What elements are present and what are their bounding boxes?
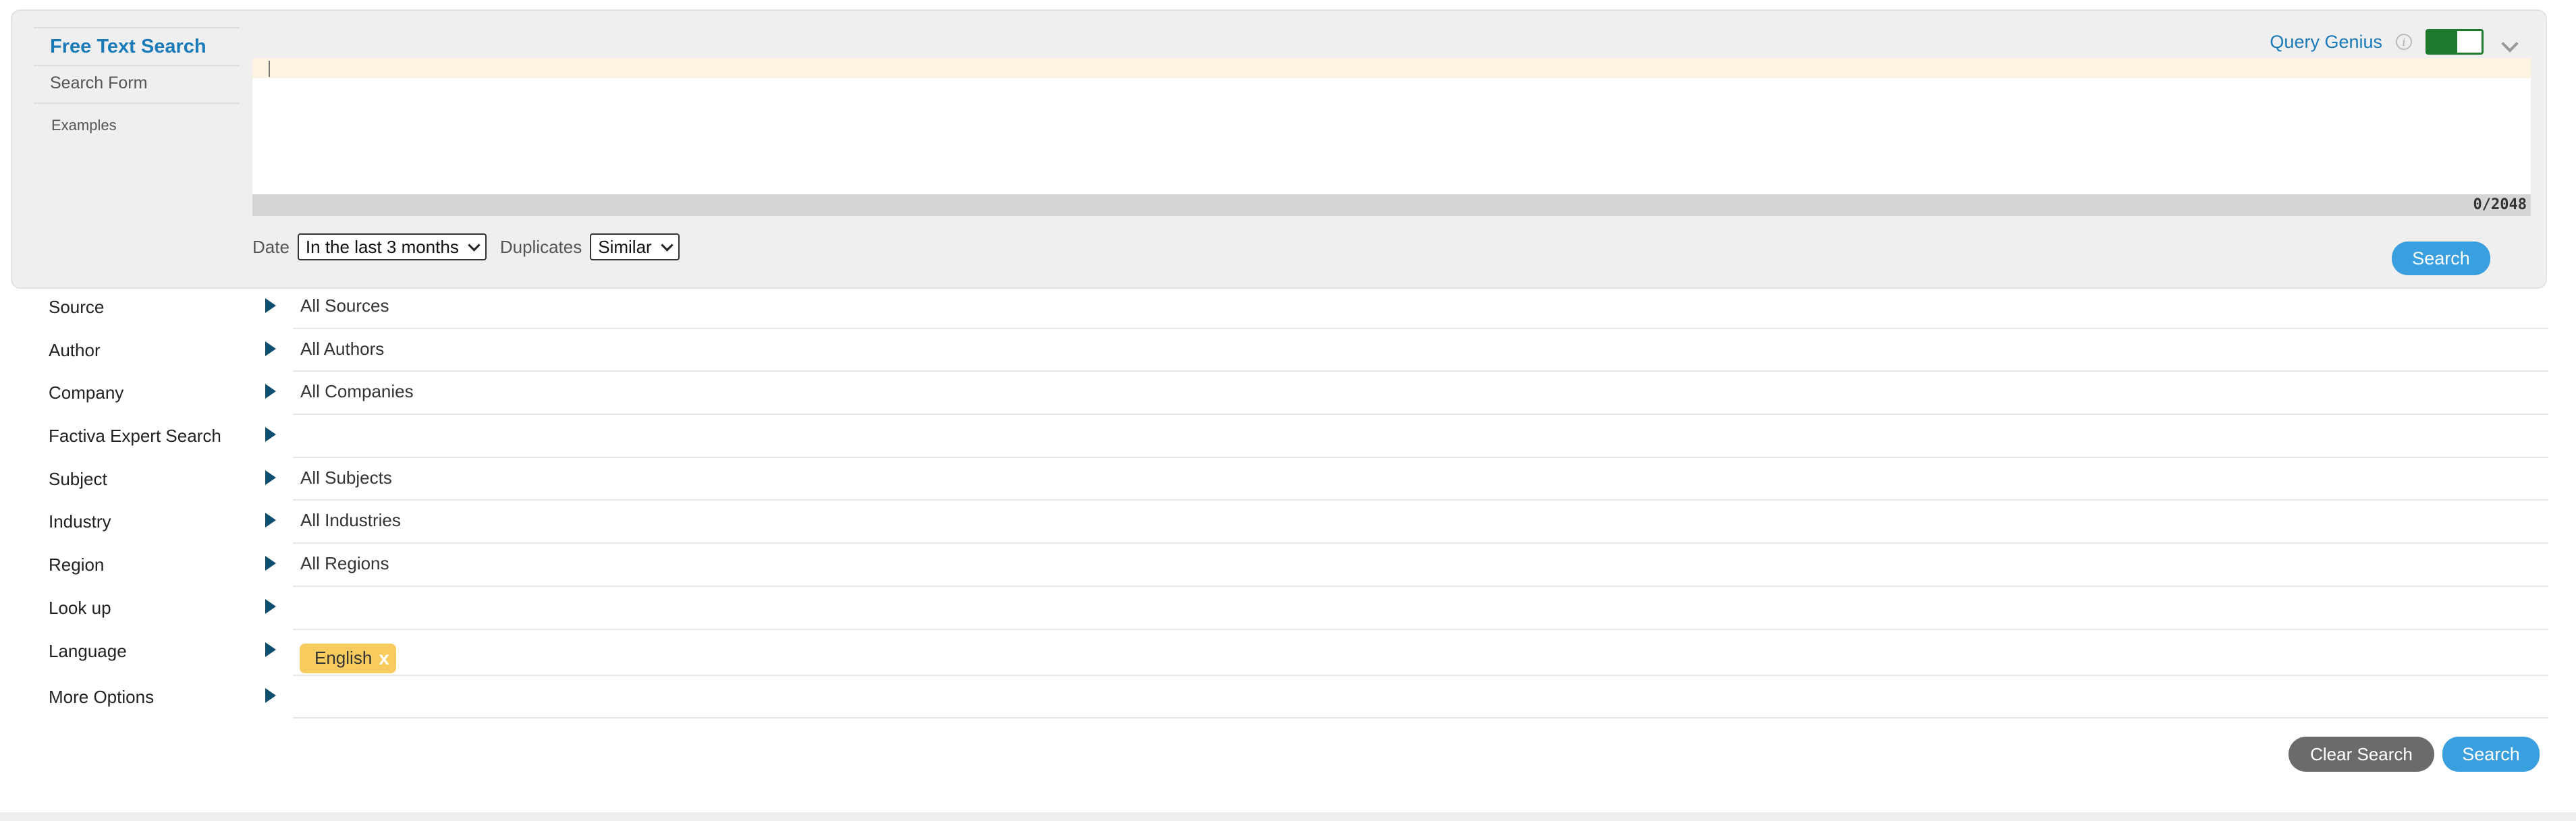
criteria-value: All Subjects	[300, 467, 392, 488]
criteria-value: All Sources	[300, 295, 389, 316]
date-label: Date	[252, 236, 290, 257]
chevron-down-icon	[660, 238, 674, 252]
criteria-row-region[interactable]: Region All Regions	[0, 544, 2548, 587]
criteria-label: Factiva Expert Search	[49, 426, 221, 447]
row-divider	[293, 717, 2548, 719]
character-counter: 0/2048	[252, 194, 2531, 216]
criteria-row-company[interactable]: Company All Companies	[0, 372, 2548, 416]
nav-examples[interactable]: Examples	[34, 103, 240, 148]
expand-arrow-icon[interactable]	[265, 513, 276, 528]
query-genius-label[interactable]: Query Genius	[2270, 32, 2382, 53]
language-tag-label: English	[314, 648, 373, 668]
date-select[interactable]: In the last 3 months	[297, 233, 487, 260]
active-line-highlight	[252, 58, 2531, 78]
query-genius: Query Genius i	[2270, 28, 2484, 55]
criteria-label: Industry	[49, 511, 111, 532]
clear-search-button[interactable]: Clear Search	[2289, 737, 2434, 772]
search-button[interactable]: Search	[2392, 242, 2490, 275]
expand-arrow-icon[interactable]	[265, 470, 276, 485]
criteria-label: Region	[49, 555, 105, 575]
expand-arrow-icon[interactable]	[265, 598, 276, 614]
criteria-row-author[interactable]: Author All Authors	[0, 329, 2548, 372]
criteria-value: All Authors	[300, 338, 385, 359]
expand-arrow-icon[interactable]	[265, 687, 276, 703]
bottom-actions: Clear Search Search	[2289, 737, 2540, 772]
close-icon[interactable]: x	[379, 648, 389, 669]
free-text-editor[interactable]	[252, 58, 2531, 202]
expand-arrow-icon[interactable]	[265, 642, 276, 657]
text-caret	[269, 61, 270, 77]
criteria-row-more-options[interactable]: More Options	[0, 676, 2548, 719]
criteria-value: All Companies	[300, 381, 414, 402]
toggle-knob	[2457, 31, 2482, 53]
nav-free-text-search[interactable]: Free Text Search	[34, 27, 240, 65]
expand-arrow-icon[interactable]	[265, 384, 276, 399]
criteria-row-factiva-expert-search[interactable]: Factiva Expert Search	[0, 415, 2548, 458]
criteria-label: More Options	[49, 686, 155, 707]
criteria-row-subject[interactable]: Subject All Subjects	[0, 458, 2548, 501]
criteria-label: Look up	[49, 597, 111, 618]
criteria-label: Company	[49, 383, 124, 403]
criteria-value: All Industries	[300, 510, 401, 531]
search-criteria-list: Source All Sources Author All Authors Co…	[0, 286, 2548, 719]
search-mode-nav: Free Text Search Search Form Examples	[34, 27, 240, 148]
expand-arrow-icon[interactable]	[265, 298, 276, 313]
language-tag: English x	[300, 643, 396, 673]
criteria-row-look-up[interactable]: Look up	[0, 587, 2548, 630]
expand-arrow-icon[interactable]	[265, 341, 276, 356]
criteria-label: Language	[49, 640, 127, 661]
search-filters: Date In the last 3 months Duplicates Sim…	[252, 233, 680, 260]
criteria-label: Author	[49, 339, 101, 360]
duplicates-select-value: Similar	[598, 236, 652, 257]
criteria-row-source[interactable]: Source All Sources	[0, 286, 2548, 329]
search-panel: Free Text Search Search Form Examples Qu…	[11, 9, 2547, 289]
query-genius-toggle[interactable]	[2426, 29, 2484, 55]
footer-bar	[0, 812, 2576, 821]
info-icon[interactable]: i	[2396, 34, 2412, 50]
date-select-value: In the last 3 months	[305, 236, 459, 257]
criteria-value: All Regions	[300, 553, 389, 574]
search-button-bottom[interactable]: Search	[2442, 737, 2540, 772]
expand-arrow-icon[interactable]	[265, 556, 276, 571]
criteria-label: Source	[49, 297, 105, 317]
criteria-row-language[interactable]: Language English x	[0, 630, 2548, 676]
duplicates-label: Duplicates	[499, 236, 582, 257]
chevron-down-icon[interactable]	[2501, 35, 2519, 53]
expand-arrow-icon[interactable]	[265, 427, 276, 443]
duplicates-select[interactable]: Similar	[590, 233, 680, 260]
criteria-label: Subject	[49, 468, 107, 489]
chevron-down-icon	[468, 238, 481, 252]
nav-search-form[interactable]: Search Form	[34, 65, 240, 103]
criteria-row-industry[interactable]: Industry All Industries	[0, 501, 2548, 544]
